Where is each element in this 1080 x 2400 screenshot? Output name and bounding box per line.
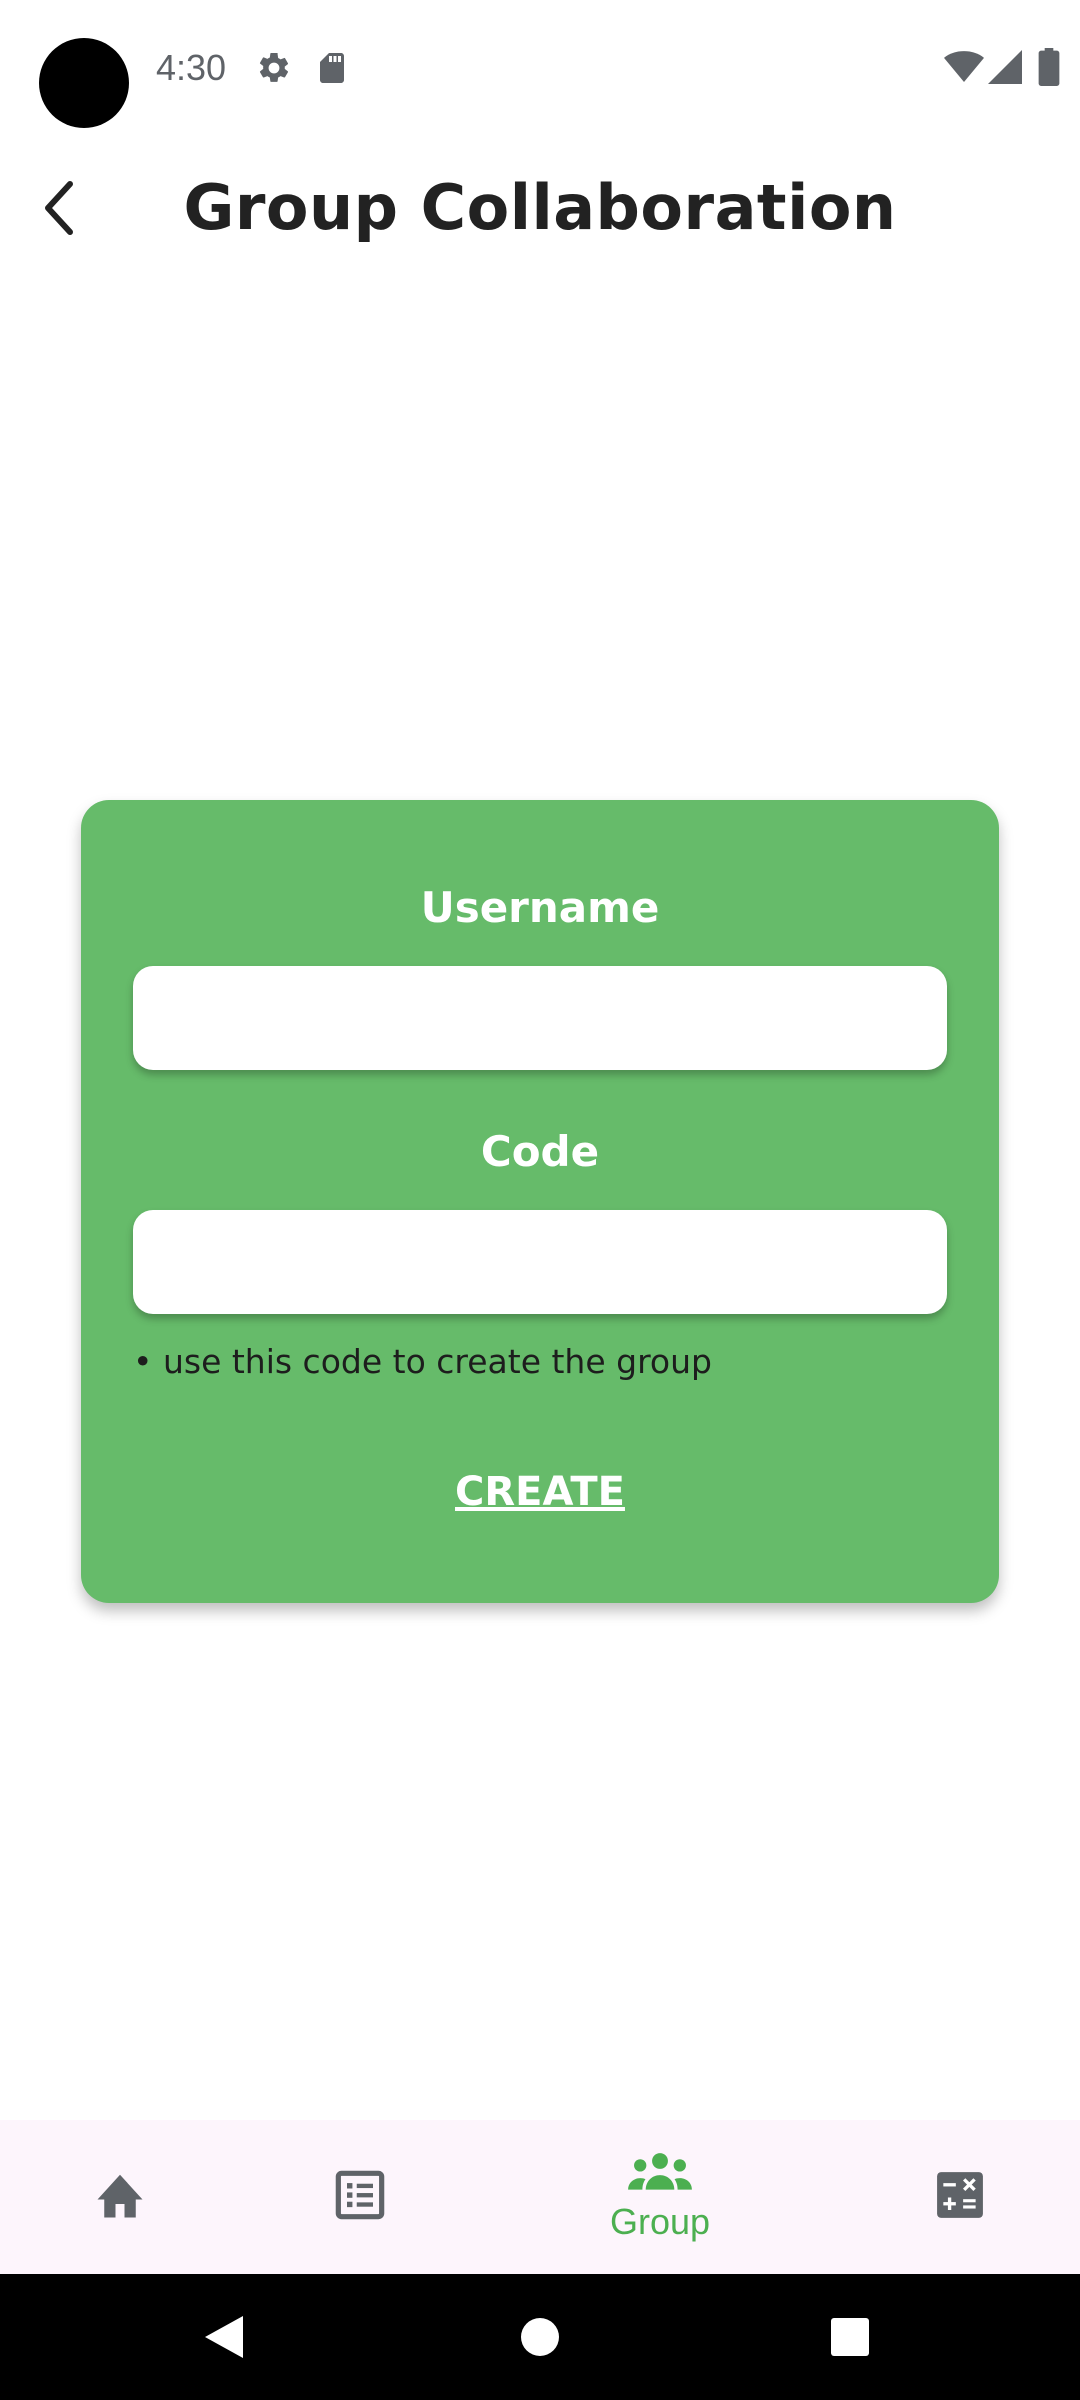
bottom-navigation: Group [0, 2120, 1080, 2274]
home-icon [93, 2170, 147, 2224]
system-recents-icon[interactable] [830, 2317, 870, 2361]
system-navigation-bar [0, 2274, 1080, 2400]
code-hint-text: • use this code to create the group [133, 1342, 712, 1381]
nav-label-group: Group [609, 2201, 711, 2242]
status-bar: 4:30 [0, 0, 1080, 130]
camera-cutout [39, 38, 129, 128]
username-label: Username [420, 883, 660, 932]
settings-icon [256, 50, 292, 90]
sd-card-icon [316, 50, 348, 90]
calculator-icon [935, 2170, 985, 2224]
nav-item-calculator[interactable] [860, 2120, 1060, 2274]
create-button[interactable]: CREATE [81, 1466, 999, 1518]
status-time: 4:30 [156, 47, 227, 88]
page-title: Group Collaboration [183, 171, 897, 244]
code-input[interactable] [133, 1210, 947, 1314]
code-label: Code [480, 1127, 600, 1176]
battery-icon [1038, 48, 1060, 90]
create-group-card: Username Code • use this code to create … [81, 800, 999, 1603]
nav-item-list[interactable] [260, 2120, 460, 2274]
group-icon [627, 2152, 693, 2196]
nav-item-home[interactable] [20, 2120, 220, 2274]
signal-icon [988, 50, 1022, 88]
wifi-icon [944, 50, 984, 88]
username-input[interactable] [133, 966, 947, 1070]
system-home-icon[interactable] [520, 2317, 560, 2361]
nav-item-group[interactable]: Group [560, 2120, 760, 2274]
system-back-icon[interactable] [203, 2314, 245, 2364]
list-icon [334, 2169, 386, 2225]
